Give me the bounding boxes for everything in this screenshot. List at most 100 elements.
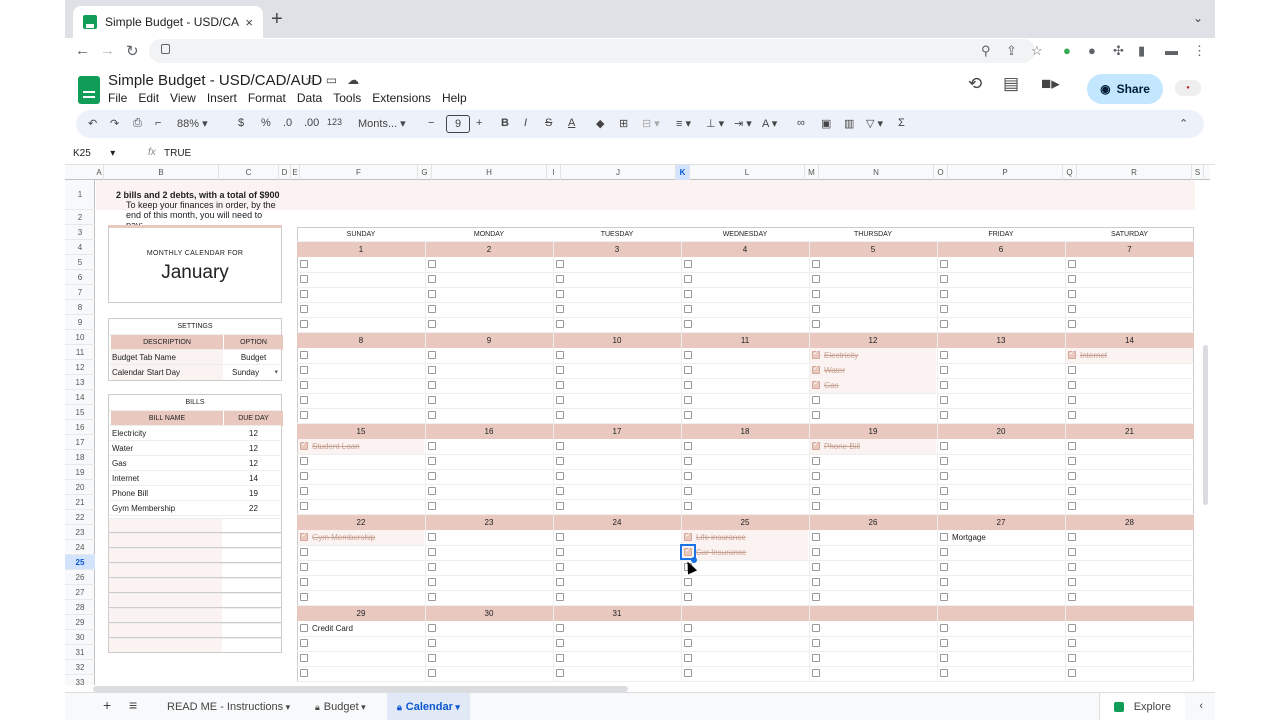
reload-button[interactable]: ↻ — [126, 42, 139, 60]
task-checkbox[interactable] — [556, 305, 564, 313]
task-checkbox[interactable] — [556, 442, 564, 450]
task-checkbox[interactable] — [300, 624, 308, 632]
task-checkbox[interactable] — [556, 351, 564, 359]
task-checkbox[interactable] — [684, 457, 692, 465]
row-header[interactable]: 31 — [65, 645, 95, 660]
tab-search-icon[interactable]: ⌄ — [1193, 11, 1203, 25]
task-checkbox[interactable] — [940, 669, 948, 677]
bookmark-star-icon[interactable]: ☆ — [1031, 43, 1043, 59]
task-checkbox[interactable] — [812, 578, 820, 586]
explore-button[interactable]: Explore — [1098, 693, 1185, 720]
task-checkbox[interactable] — [812, 290, 820, 298]
sheet-tab-menu-icon[interactable]: ▾ — [453, 702, 460, 712]
sidepanel-icon[interactable]: ▮ — [1138, 43, 1145, 59]
col-header[interactable]: F — [300, 165, 418, 180]
extension-green-icon[interactable]: ● — [1063, 43, 1071, 58]
zoom-select[interactable]: 88% ▾ — [177, 117, 208, 130]
task-checkbox[interactable]: ✓ — [812, 365, 820, 374]
text-rotation-icon[interactable]: A ▾ — [762, 117, 777, 130]
italic-button[interactable]: I — [524, 117, 527, 129]
sheet-tab-menu-icon[interactable]: ▾ — [359, 702, 366, 712]
task-checkbox[interactable] — [940, 320, 948, 328]
row-header[interactable]: 19 — [65, 465, 95, 480]
bill-name[interactable]: Water — [111, 441, 223, 456]
task-checkbox[interactable] — [812, 654, 820, 662]
task-checkbox[interactable] — [428, 669, 436, 677]
task-checkbox[interactable] — [940, 305, 948, 313]
task-checkbox[interactable] — [812, 548, 820, 556]
share-page-icon[interactable]: ⇪ — [1006, 43, 1017, 59]
task-checkbox[interactable] — [812, 563, 820, 571]
row-header[interactable]: 25 — [65, 555, 95, 570]
menu-extensions[interactable]: Extensions — [372, 91, 431, 105]
task-label[interactable]: Gym Membership — [312, 533, 375, 542]
task-checkbox[interactable] — [556, 624, 564, 632]
task-checkbox[interactable] — [684, 260, 692, 268]
col-header[interactable]: K — [676, 165, 690, 180]
task-checkbox[interactable] — [940, 548, 948, 556]
col-header[interactable]: R — [1077, 165, 1192, 180]
task-checkbox[interactable] — [812, 502, 820, 510]
task-checkbox[interactable] — [300, 366, 308, 374]
task-checkbox[interactable] — [684, 487, 692, 495]
task-label[interactable]: Gas — [824, 381, 839, 390]
row-header[interactable]: 5 — [65, 255, 95, 270]
row-header[interactable]: 17 — [65, 435, 95, 450]
task-label[interactable]: Water — [824, 366, 845, 375]
task-checkbox[interactable] — [1068, 578, 1076, 586]
formula-input[interactable]: TRUE — [164, 148, 191, 159]
task-checkbox[interactable] — [1068, 260, 1076, 268]
filter-icon[interactable]: ▽ ▾ — [866, 117, 883, 130]
task-checkbox[interactable] — [684, 624, 692, 632]
task-checkbox[interactable] — [812, 320, 820, 328]
task-checkbox[interactable] — [556, 563, 564, 571]
col-header[interactable]: P — [948, 165, 1063, 180]
bill-empty-row[interactable] — [108, 578, 282, 593]
decrease-font-size-button[interactable]: − — [428, 117, 434, 129]
move-folder-icon[interactable]: ▭ — [326, 73, 347, 87]
row-header[interactable]: 29 — [65, 615, 95, 630]
task-checkbox[interactable] — [428, 275, 436, 283]
row-header[interactable]: 8 — [65, 300, 95, 315]
task-checkbox[interactable] — [556, 502, 564, 510]
font-select[interactable]: Monts... ▾ — [358, 117, 406, 130]
share-button[interactable]: ◉ Share — [1087, 74, 1163, 104]
borders-icon[interactable]: ⊞ — [619, 117, 628, 130]
task-checkbox[interactable]: ✓ — [300, 441, 308, 450]
row-header[interactable]: 30 — [65, 630, 95, 645]
functions-button[interactable]: Σ — [898, 117, 905, 129]
task-checkbox[interactable] — [428, 563, 436, 571]
task-checkbox[interactable] — [300, 305, 308, 313]
task-checkbox[interactable] — [428, 320, 436, 328]
back-button[interactable]: ← — [75, 42, 90, 59]
col-header[interactable]: E — [291, 165, 300, 180]
task-checkbox[interactable] — [428, 624, 436, 632]
bill-name[interactable]: Internet — [111, 471, 223, 486]
col-header[interactable]: Q — [1063, 165, 1077, 180]
task-checkbox[interactable]: ✓ — [812, 380, 820, 389]
row-header[interactable]: 3 — [65, 225, 95, 240]
bill-empty-row[interactable] — [108, 608, 282, 623]
task-checkbox[interactable] — [556, 275, 564, 283]
task-checkbox[interactable] — [1068, 548, 1076, 556]
fill-color-icon[interactable]: ◆ — [596, 117, 604, 130]
cloud-status-icon[interactable]: ☁ — [347, 73, 369, 87]
task-checkbox[interactable] — [428, 442, 436, 450]
task-checkbox[interactable] — [684, 320, 692, 328]
more-formats-button[interactable]: 123 — [327, 117, 342, 127]
task-checkbox[interactable] — [300, 351, 308, 359]
increase-decimal-button[interactable]: .00 — [304, 117, 319, 129]
task-checkbox[interactable] — [556, 548, 564, 556]
task-checkbox[interactable] — [428, 381, 436, 389]
decrease-decimal-button[interactable]: .0 — [283, 117, 292, 129]
row-header[interactable]: 21 — [65, 495, 95, 510]
task-checkbox[interactable] — [556, 669, 564, 677]
task-checkbox[interactable] — [1068, 487, 1076, 495]
task-checkbox[interactable] — [812, 639, 820, 647]
task-checkbox[interactable] — [812, 624, 820, 632]
col-header[interactable]: H — [432, 165, 547, 180]
row-header[interactable]: 26 — [65, 570, 95, 585]
task-checkbox[interactable]: ✓ — [300, 532, 308, 541]
collapse-side-panel-icon[interactable]: ‹ — [1199, 700, 1203, 712]
task-checkbox[interactable]: ✓ — [812, 441, 820, 450]
